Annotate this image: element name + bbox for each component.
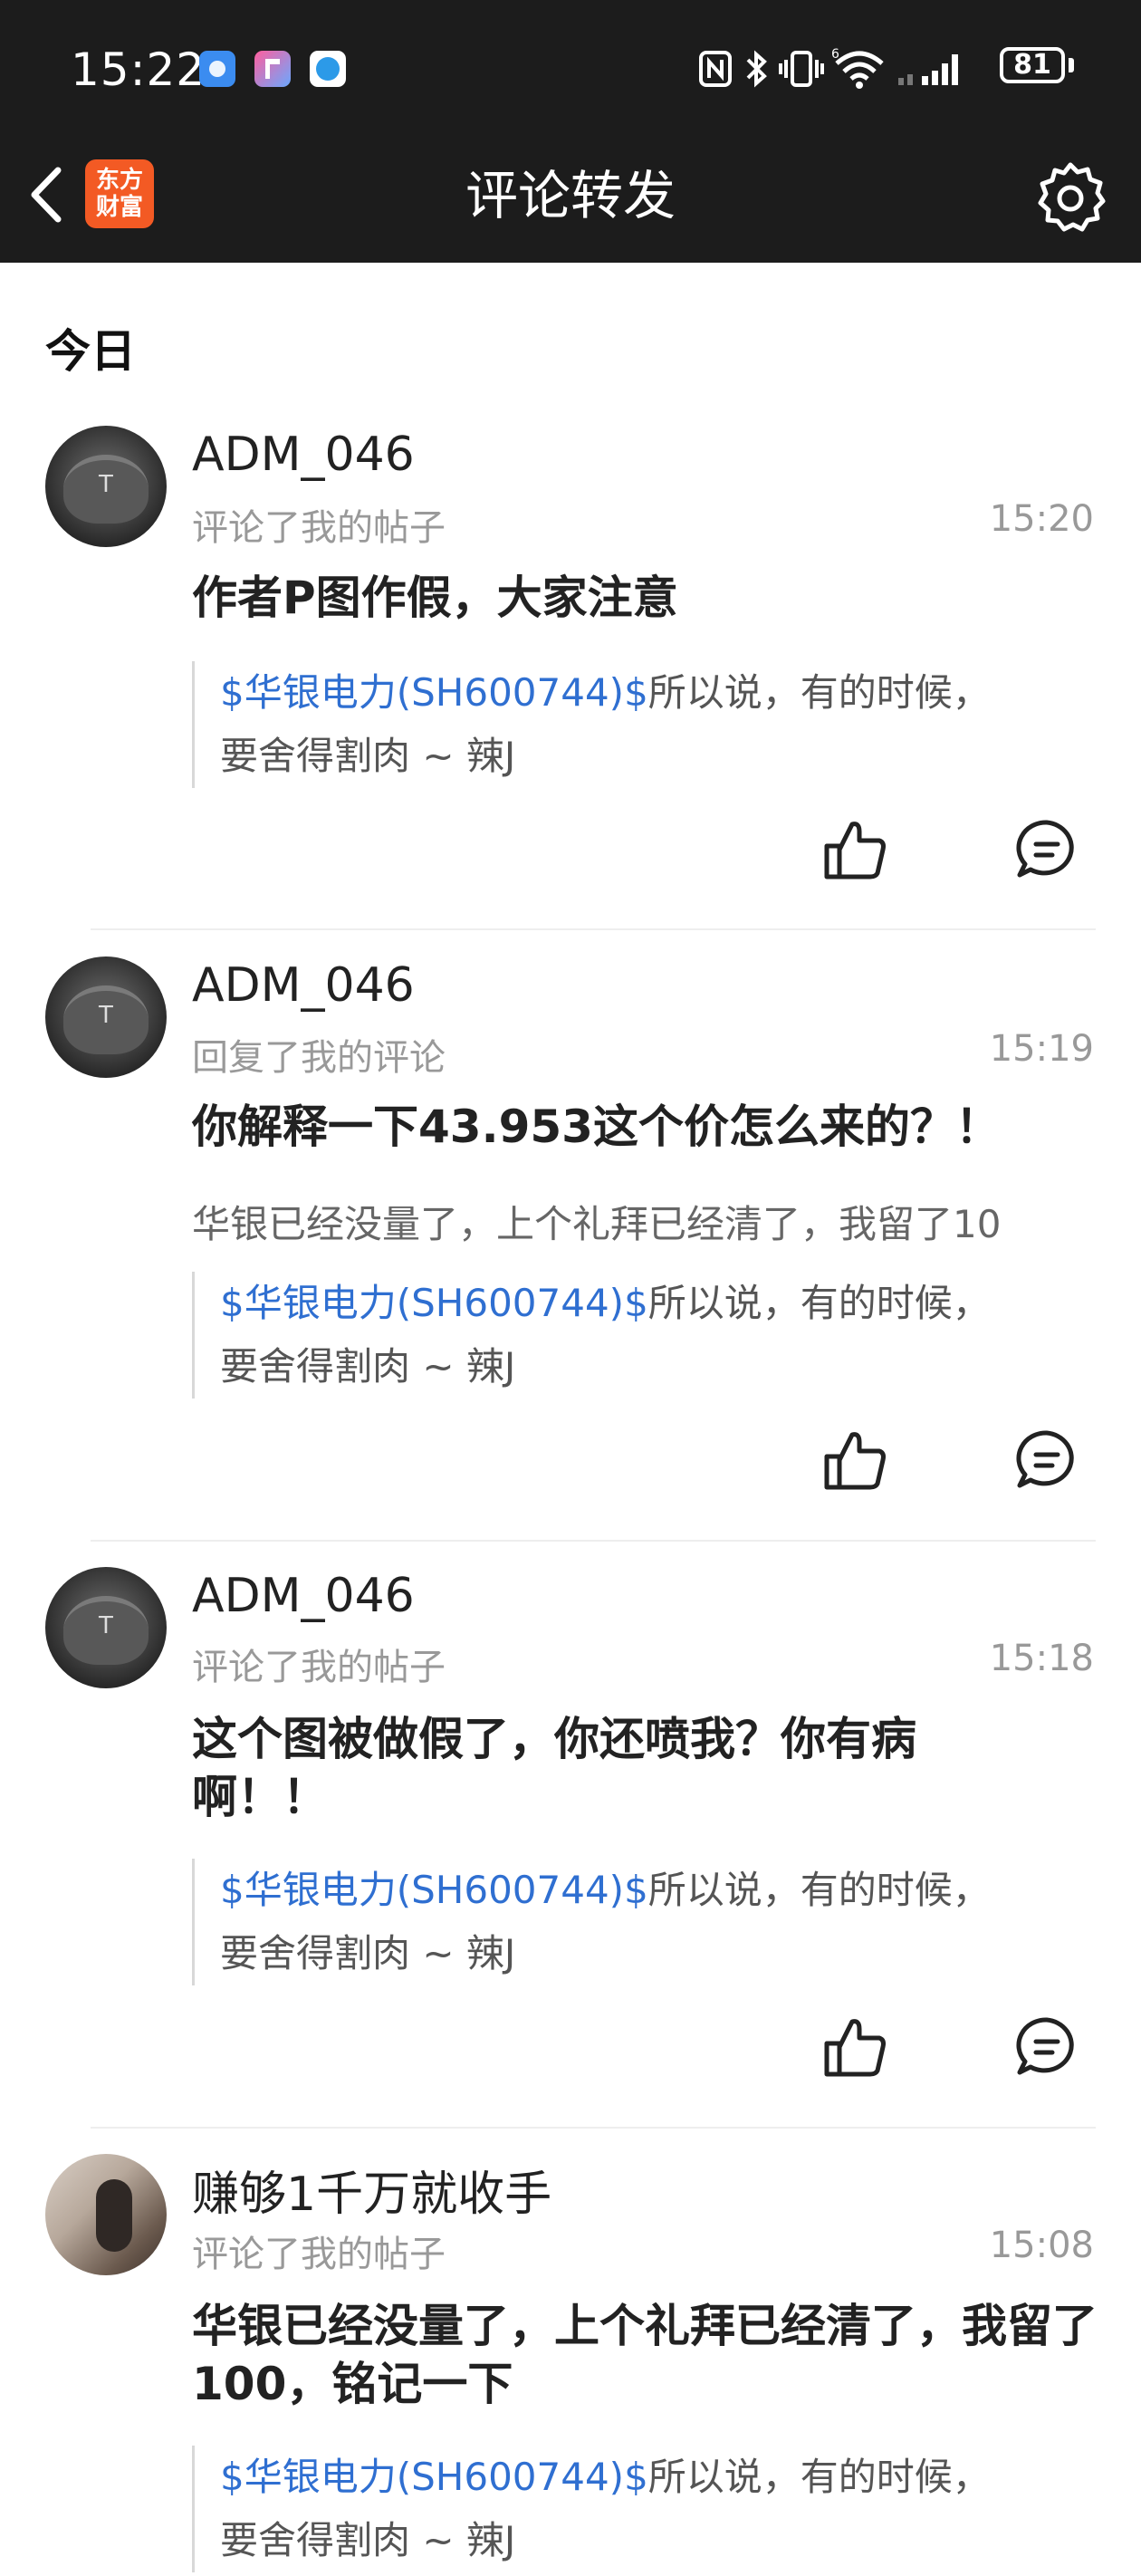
avatar[interactable] <box>45 2154 167 2275</box>
quote-text-line2: 要舍得割肉 ~ 辣J <box>220 2518 516 2562</box>
user-name[interactable]: ADM_046 <box>192 1569 415 1623</box>
quoted-post[interactable]: $华银电力(SH600744)$所以说，有的时候， 要舍得割肉 ~ 辣J <box>192 661 1089 788</box>
divider <box>91 1540 1096 1542</box>
like-thumb-icon[interactable] <box>820 1424 892 1496</box>
signal-icon <box>898 54 958 85</box>
quoted-post[interactable]: $华银电力(SH600744)$所以说，有的时候， 要舍得割肉 ~ 辣J <box>192 1272 1089 1399</box>
user-name[interactable]: ADM_046 <box>192 428 415 482</box>
avatar[interactable]: T <box>45 1567 167 1688</box>
stock-tag[interactable]: $华银电力(SH600744)$ <box>220 1868 648 1912</box>
quote-text-line2: 要舍得割肉 ~ 辣J <box>220 734 516 778</box>
quoted-post[interactable]: $华银电力(SH600744)$所以说，有的时候， 要舍得割肉 ~ 辣J <box>192 2446 1089 2572</box>
timestamp: 15:08 <box>989 2225 1094 2266</box>
stock-tag[interactable]: $华银电力(SH600744)$ <box>220 1281 648 1325</box>
comment-text: 作者P图作假，大家注意 <box>192 572 678 624</box>
battery-indicator: 81 <box>1000 47 1065 83</box>
timestamp: 15:18 <box>989 1638 1094 1679</box>
page-title: 评论转发 <box>465 165 676 226</box>
app-notification-icon <box>310 51 346 87</box>
comment-text: 华银已经没量了，上个礼拜已经清了，我留了100，铭记一下 <box>192 2300 1098 2410</box>
like-thumb-icon[interactable] <box>820 2011 892 2083</box>
vibrate-icon <box>779 51 824 87</box>
action-text: 回复了我的评论 <box>192 1037 446 1079</box>
quoted-post[interactable]: $华银电力(SH600744)$所以说，有的时候， 要舍得割肉 ~ 辣J <box>192 1859 1089 1985</box>
quote-text: 所以说，有的时候， <box>647 1868 991 1912</box>
timestamp: 15:20 <box>989 498 1094 540</box>
quote-text: 所以说，有的时候， <box>647 1281 991 1325</box>
quote-text-line2: 要舍得割肉 ~ 辣J <box>220 1931 516 1975</box>
avatar[interactable]: T <box>45 956 167 1078</box>
wifi-icon: 6 <box>831 47 884 89</box>
action-text: 评论了我的帖子 <box>192 2234 446 2275</box>
timestamp: 15:19 <box>989 1028 1094 1070</box>
comment-text: 这个图被做假了，你还喷我？你有病啊！！ <box>192 1713 916 1823</box>
user-name[interactable]: 赚够1千万就收手 <box>192 2156 551 2224</box>
like-thumb-icon[interactable] <box>820 813 892 886</box>
avatar[interactable]: T <box>45 426 167 547</box>
divider <box>91 928 1096 930</box>
status-bar: 15:22 6 81 <box>0 0 1141 145</box>
svg-text:6: 6 <box>831 47 839 62</box>
nfc-icon <box>699 51 732 87</box>
section-title-today: 今日 <box>45 325 136 378</box>
quote-text-line2: 要舍得割肉 ~ 辣J <box>220 1344 516 1389</box>
action-text: 评论了我的帖子 <box>192 507 446 549</box>
app-notification-icon <box>254 51 291 87</box>
comment-text: 你解释一下43.953这个价怎么来的？！ <box>192 1101 1001 1153</box>
app-notification-icon <box>199 51 235 87</box>
settings-gear-icon[interactable] <box>1032 159 1108 235</box>
comment-bubble-icon[interactable] <box>1011 2011 1083 2083</box>
status-time: 15:22 <box>71 43 206 96</box>
user-name[interactable]: ADM_046 <box>192 958 415 1013</box>
action-text: 评论了我的帖子 <box>192 1647 446 1688</box>
battery-tip <box>1069 58 1074 72</box>
stock-tag[interactable]: $华银电力(SH600744)$ <box>220 670 648 715</box>
quote-text: 所以说，有的时候， <box>647 2455 991 2499</box>
comment-bubble-icon[interactable] <box>1011 813 1083 886</box>
comment-bubble-icon[interactable] <box>1011 1424 1083 1496</box>
replied-comment-text: 华银已经没量了，上个礼拜已经清了，我留了10 <box>192 1202 1002 1246</box>
stock-tag[interactable]: $华银电力(SH600744)$ <box>220 2455 648 2499</box>
quote-text: 所以说，有的时候， <box>647 670 991 715</box>
bluetooth-icon <box>746 50 767 88</box>
divider <box>91 2127 1096 2129</box>
